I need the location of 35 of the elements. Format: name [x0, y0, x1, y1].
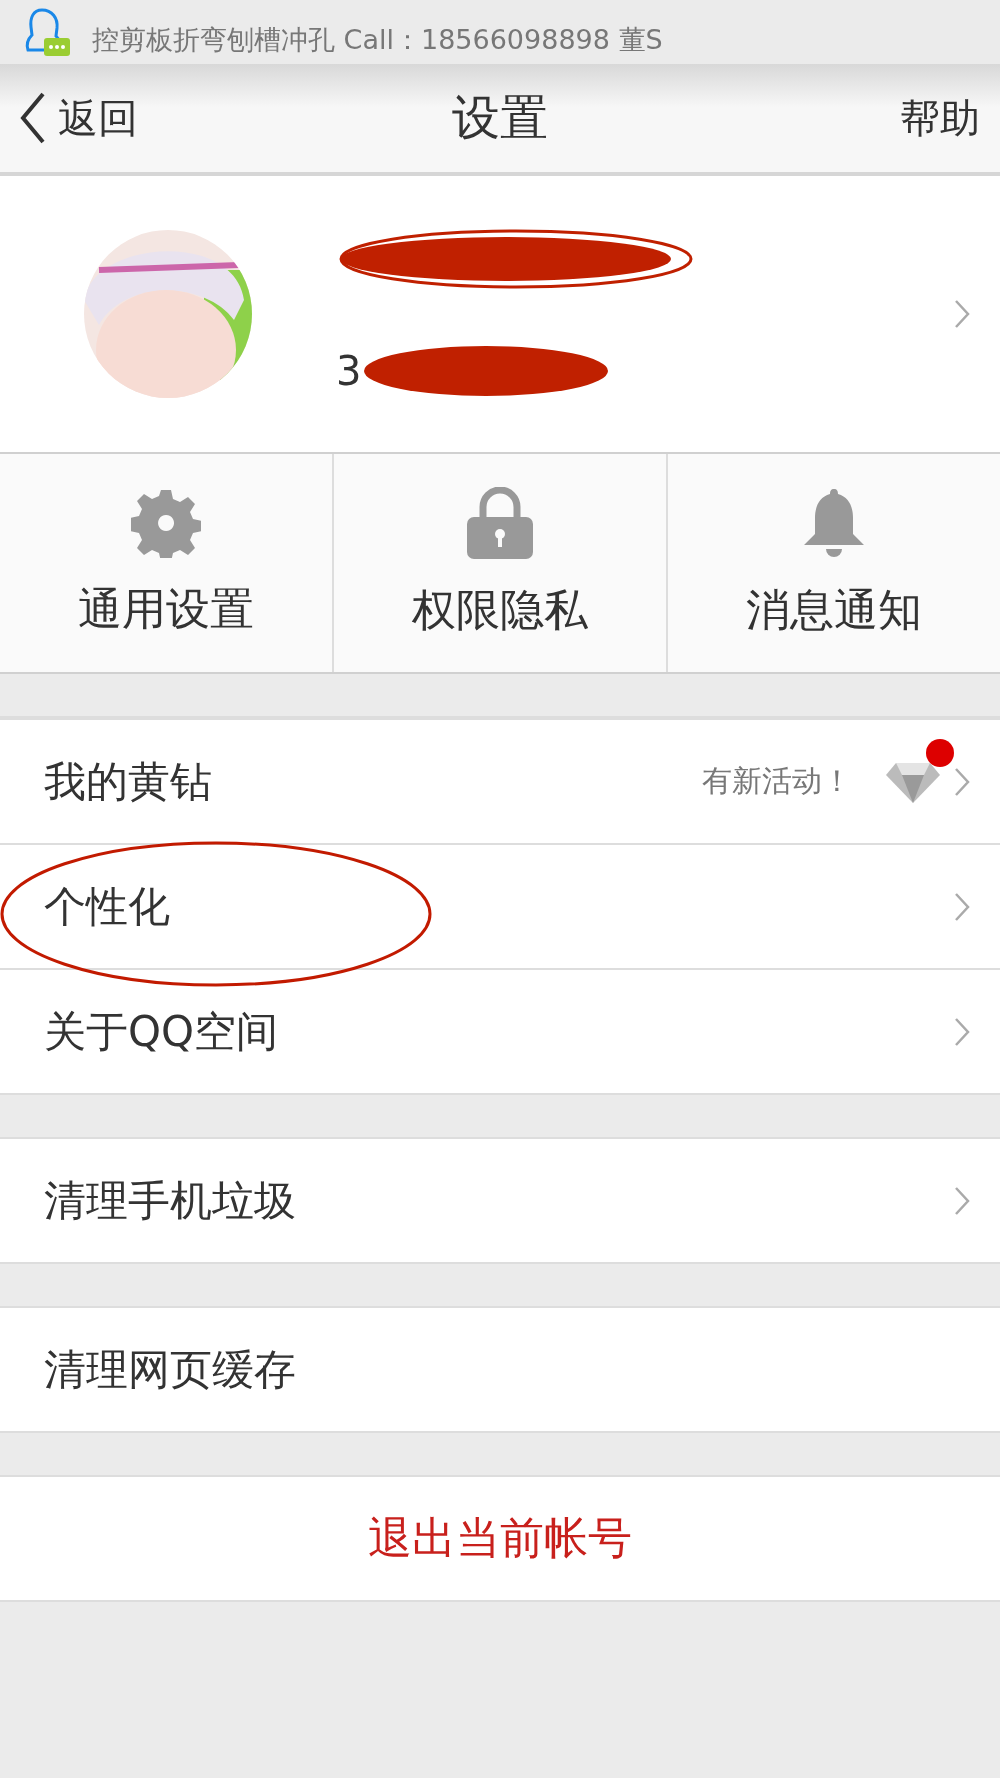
row-label: 清理手机垃圾 [44, 1174, 297, 1227]
row-label: 关于QQ空间 [44, 1005, 280, 1058]
chevron-icon [954, 299, 970, 329]
profile-card[interactable]: 3 [0, 176, 1000, 454]
back-button[interactable]: 返回 [20, 90, 138, 146]
row-label: 清理网页缓存 [44, 1343, 297, 1396]
chevron-icon [954, 891, 970, 922]
bell-icon [802, 486, 866, 559]
menu-row[interactable]: 关于QQ空间 [0, 968, 1000, 1093]
chevron-icon [954, 766, 970, 797]
diamond-icon [886, 760, 940, 803]
notification-text: 控剪板折弯刨槽冲孔 Call：18566098898 董S [92, 23, 663, 57]
shortcut-tile[interactable]: 消息通知 [666, 454, 1000, 672]
menu-row[interactable]: 我的黄钻 有新活动！ [0, 718, 1000, 843]
notification-dot [926, 738, 954, 767]
chevron-icon [954, 1016, 970, 1047]
row-label: 个性化 [44, 880, 171, 933]
account-number: 3 [336, 348, 362, 394]
promo-note: 有新活动！ [702, 762, 852, 800]
row-label: 我的黄钻 [44, 755, 213, 808]
chevron-icon [954, 1185, 970, 1216]
shortcut-tile[interactable]: 通用设置 [0, 454, 332, 672]
menu-row[interactable]: 清理手机垃圾 [0, 1139, 1000, 1262]
settings-icon [131, 487, 201, 558]
menu-row[interactable]: 个性化 [0, 843, 1000, 968]
shortcut-label: 消息通知 [746, 582, 922, 637]
back-icon [20, 92, 46, 144]
help-button[interactable]: 帮助 [900, 90, 980, 146]
lock-icon [467, 486, 533, 559]
shortcut-label: 权限隐私 [412, 582, 588, 637]
shortcut-label: 通用设置 [78, 581, 254, 636]
menu-row[interactable]: 清理网页缓存 [0, 1308, 1000, 1431]
logout-button[interactable]: 退出当前帐号 [362, 1508, 638, 1569]
page-title: 设置 [452, 89, 548, 145]
shortcut-tile[interactable]: 权限隐私 [332, 454, 666, 672]
